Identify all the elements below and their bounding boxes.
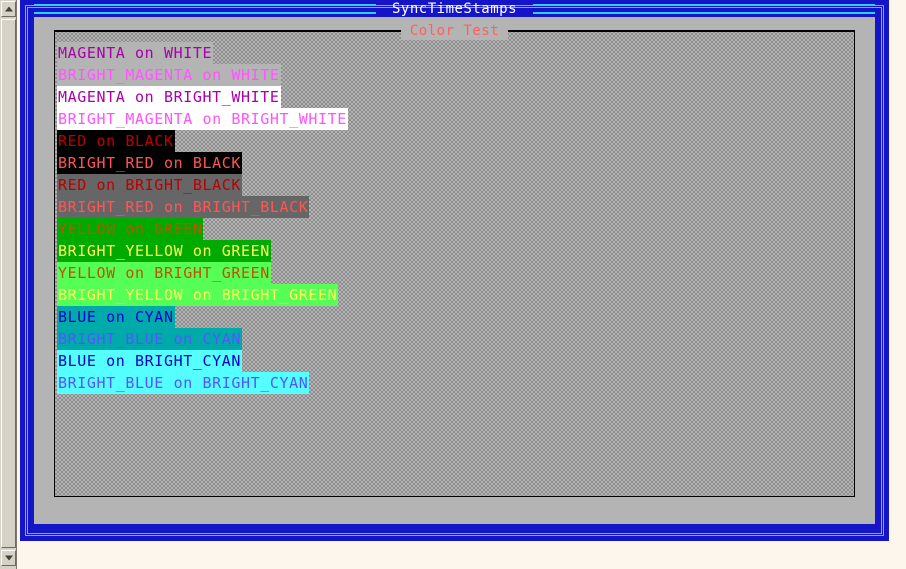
client-area: Color Test MAGENTA on WHITE BRIGHT_MAGENT… — [34, 17, 875, 524]
color-test-line: MAGENTA on BRIGHT_WHITE — [57, 86, 281, 108]
color-test-line: RED on BRIGHT_BLACK — [57, 174, 242, 196]
groupbox-legend: Color Test — [55, 21, 855, 40]
color-test-line: BRIGHT_BLUE on BRIGHT_CYAN — [57, 372, 310, 394]
scrollbar-up-button[interactable] — [1, 1, 16, 17]
window-title: SyncTimeStamps — [392, 1, 518, 17]
color-test-groupbox: Color Test MAGENTA on WHITE BRIGHT_MAGENT… — [54, 21, 855, 497]
legend-rule-left — [55, 29, 401, 32]
scrollbar-down-button[interactable] — [1, 550, 16, 566]
dialog-window: SyncTimeStamps Color Test MAGENTA on WHI… — [20, 0, 889, 541]
color-test-lines: MAGENTA on WHITE BRIGHT_MAGENTA on WHITE M… — [57, 42, 852, 494]
vertical-scrollbar[interactable] — [0, 0, 17, 569]
legend-rule-right — [508, 29, 855, 32]
triangle-down-icon — [4, 555, 13, 561]
color-test-line: BRIGHT_YELLOW on BRIGHT_GREEN — [57, 284, 339, 306]
color-test-line: BRIGHT_BLUE on CYAN — [57, 328, 242, 350]
color-test-line: BRIGHT_YELLOW on GREEN — [57, 240, 271, 262]
scrollbar-thumb[interactable] — [1, 19, 16, 548]
title-rule-left — [34, 4, 376, 14]
title-rule-right — [533, 4, 876, 14]
color-test-line: BRIGHT_RED on BRIGHT_BLACK — [57, 196, 310, 218]
screen: SyncTimeStamps Color Test MAGENTA on WHI… — [0, 0, 906, 569]
color-test-line: BLUE on BRIGHT_CYAN — [57, 350, 242, 372]
title-bar: SyncTimeStamps — [20, 0, 889, 18]
color-test-line: RED on BLACK — [57, 130, 175, 152]
color-test-line: YELLOW on BRIGHT_GREEN — [57, 262, 271, 284]
color-test-line: BLUE on CYAN — [57, 306, 175, 328]
color-test-line: MAGENTA on WHITE — [57, 42, 214, 64]
color-test-line: BRIGHT_RED on BLACK — [57, 152, 242, 174]
color-test-line: YELLOW on GREEN — [57, 218, 204, 240]
color-test-line: BRIGHT_MAGENTA on BRIGHT_WHITE — [57, 108, 348, 130]
color-test-line: BRIGHT_MAGENTA on WHITE — [57, 64, 281, 86]
groupbox-legend-label: Color Test — [400, 21, 509, 40]
triangle-up-icon — [4, 6, 13, 12]
